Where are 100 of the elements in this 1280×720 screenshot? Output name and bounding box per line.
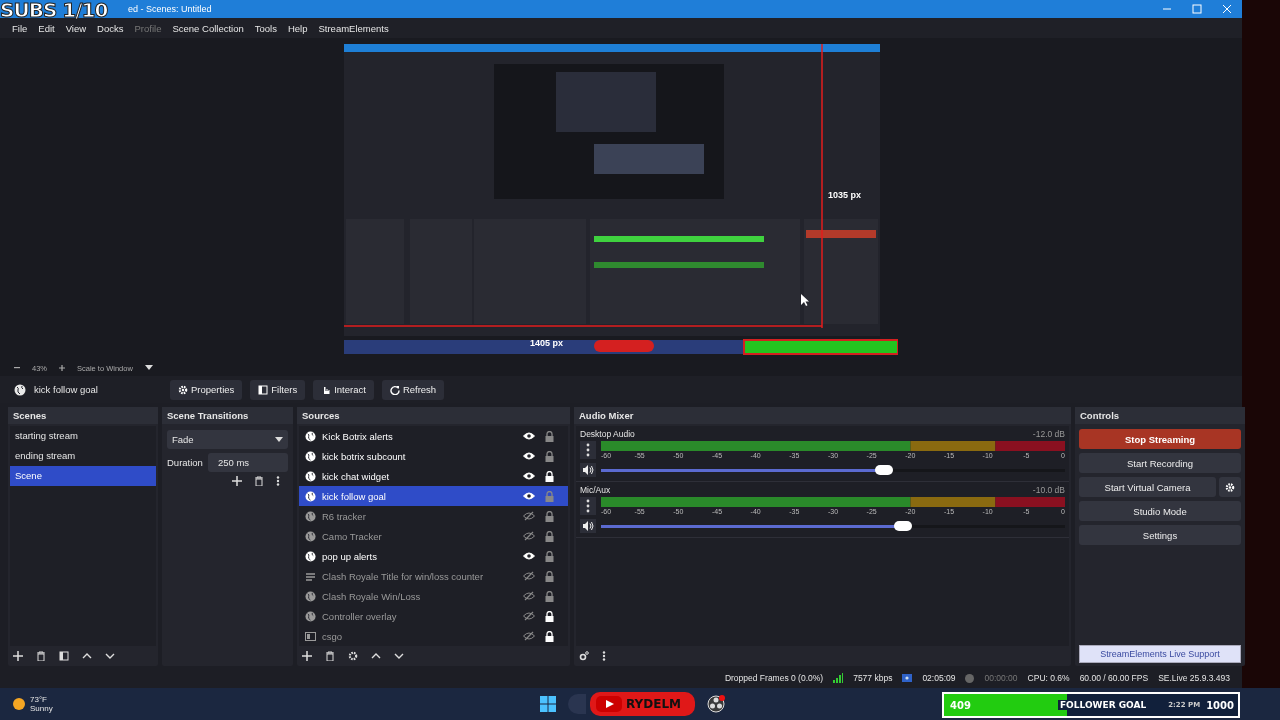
up-icon[interactable] xyxy=(371,651,381,661)
volume-slider-thumb[interactable] xyxy=(893,521,912,531)
up-icon[interactable] xyxy=(82,651,92,661)
source-item[interactable]: kick follow goal xyxy=(299,486,568,506)
dimension-label: 1035 px xyxy=(828,190,862,200)
source-item[interactable]: Clash Royale Title for win/loss counter xyxy=(299,566,568,586)
trash-icon[interactable] xyxy=(254,476,264,486)
duration-field[interactable]: 250 ms xyxy=(207,453,288,472)
menu-item[interactable]: StreamElements xyxy=(318,22,389,34)
menu-item[interactable]: Scene Collection xyxy=(172,22,244,34)
zoom-in-icon[interactable] xyxy=(59,365,65,371)
transition-dropdown[interactable]: Fade xyxy=(167,430,288,449)
menu-item[interactable]: Help xyxy=(287,22,308,34)
source-item[interactable]: Clash Royale Win/Loss xyxy=(299,586,568,606)
hidden-eye-icon[interactable] xyxy=(523,631,535,641)
add-icon[interactable] xyxy=(13,651,23,661)
more-icon[interactable] xyxy=(276,476,280,486)
source-item[interactable]: Controller overlay xyxy=(299,606,568,626)
source-name: Clash Royale Win/Loss xyxy=(322,590,422,602)
source-item[interactable]: csgo xyxy=(299,626,568,646)
volume-reading: -12.0 dB xyxy=(1032,429,1065,439)
globe-icon xyxy=(305,610,316,622)
down-icon[interactable] xyxy=(394,651,404,661)
dock-header: Sources xyxy=(297,407,570,424)
menu-item[interactable]: File xyxy=(12,22,28,34)
control-button[interactable]: Start Recording xyxy=(1079,453,1241,473)
menu-item[interactable]: View xyxy=(65,22,87,34)
trash-icon[interactable] xyxy=(36,651,46,661)
source-item[interactable]: Kick Botrix alerts xyxy=(299,426,568,446)
speaker-icon[interactable] xyxy=(580,463,596,477)
source-item[interactable]: kick chat widget xyxy=(299,466,568,486)
control-button[interactable]: Settings xyxy=(1079,525,1241,545)
more-icon[interactable] xyxy=(602,651,606,661)
duration-label: Duration xyxy=(167,457,203,468)
toolbar-button[interactable]: Refresh xyxy=(381,379,445,400)
caret-icon[interactable] xyxy=(144,365,153,371)
eye-icon[interactable] xyxy=(523,431,535,441)
add-icon[interactable] xyxy=(232,476,242,486)
obs-icon[interactable] xyxy=(707,695,726,713)
hidden-eye-icon[interactable] xyxy=(523,531,535,541)
selected-source-name: kick follow goal xyxy=(34,384,99,395)
settings-icon[interactable] xyxy=(348,651,358,661)
source-item[interactable]: Camo Tracker xyxy=(299,526,568,546)
goal-label: FOLLOWER GOAL xyxy=(1057,700,1149,710)
eye-icon[interactable] xyxy=(523,451,535,461)
source-name: Kick Botrix alerts xyxy=(322,430,394,442)
control-button[interactable]: Stop Streaming xyxy=(1079,429,1241,449)
support-button[interactable]: StreamElements Live Support xyxy=(1079,645,1241,663)
source-item[interactable]: pop up alerts xyxy=(299,546,568,566)
menu-item[interactable]: Tools xyxy=(254,22,277,34)
settings-icon[interactable] xyxy=(579,651,589,661)
close-icon[interactable] xyxy=(1222,4,1232,14)
toolbar-button[interactable]: Filters xyxy=(250,379,306,400)
scene-item[interactable]: starting stream xyxy=(10,426,156,446)
eye-icon[interactable] xyxy=(523,491,535,501)
globe-icon xyxy=(14,383,26,396)
eye-icon[interactable] xyxy=(523,471,535,481)
control-button[interactable]: Studio Mode xyxy=(1079,501,1241,521)
source-name: kick chat widget xyxy=(322,470,391,482)
add-icon[interactable] xyxy=(302,651,312,661)
text-icon xyxy=(305,570,316,582)
speaker-icon[interactable] xyxy=(580,519,596,533)
hidden-eye-icon[interactable] xyxy=(523,591,535,601)
more-icon[interactable] xyxy=(580,441,596,459)
toolbar-button[interactable]: Interact xyxy=(313,379,374,400)
more-icon[interactable] xyxy=(580,497,596,515)
dock-header: Audio Mixer xyxy=(574,407,1071,424)
scene-item[interactable]: ending stream xyxy=(10,446,156,466)
windows-start-icon[interactable] xyxy=(540,696,556,712)
trash-icon[interactable] xyxy=(325,651,335,661)
refresh-icon xyxy=(389,384,400,395)
maximize-icon[interactable] xyxy=(1192,4,1202,14)
source-item[interactable]: R6 tracker xyxy=(299,506,568,526)
hidden-eye-icon[interactable] xyxy=(523,611,535,621)
caret-icon xyxy=(275,436,283,443)
source-name: pop up alerts xyxy=(322,550,378,562)
source-item[interactable]: kick botrix subcount xyxy=(299,446,568,466)
down-icon[interactable] xyxy=(105,651,115,661)
window-title: ed - Scenes: Untitled xyxy=(128,4,212,14)
hidden-eye-icon[interactable] xyxy=(523,511,535,521)
record-icon xyxy=(965,673,975,683)
volume-slider-thumb[interactable] xyxy=(875,465,894,475)
scene-item[interactable]: Scene xyxy=(10,466,156,486)
virtual-camera-settings-button[interactable] xyxy=(1219,477,1241,497)
menu-item[interactable]: Docks xyxy=(97,22,124,34)
lock-icon[interactable] xyxy=(545,610,554,622)
eye-icon[interactable] xyxy=(523,551,535,561)
toolbar-button[interactable]: Properties xyxy=(170,379,243,400)
name-overlay-text: RYDELM xyxy=(626,697,682,711)
control-button[interactable]: Start Virtual Camera xyxy=(1079,477,1216,497)
lock-icon[interactable] xyxy=(545,470,554,482)
filter-icon[interactable] xyxy=(59,651,69,661)
lock-icon[interactable] xyxy=(545,630,554,642)
hidden-eye-icon[interactable] xyxy=(523,571,535,581)
dropped-frames: Dropped Frames 0 (0.0%) xyxy=(724,673,824,683)
gear-icon xyxy=(1225,481,1235,493)
globe-icon xyxy=(305,550,316,562)
menu-item[interactable]: Edit xyxy=(38,22,55,34)
filter-icon xyxy=(258,384,269,395)
dock-header: Scene Transitions xyxy=(162,407,293,424)
